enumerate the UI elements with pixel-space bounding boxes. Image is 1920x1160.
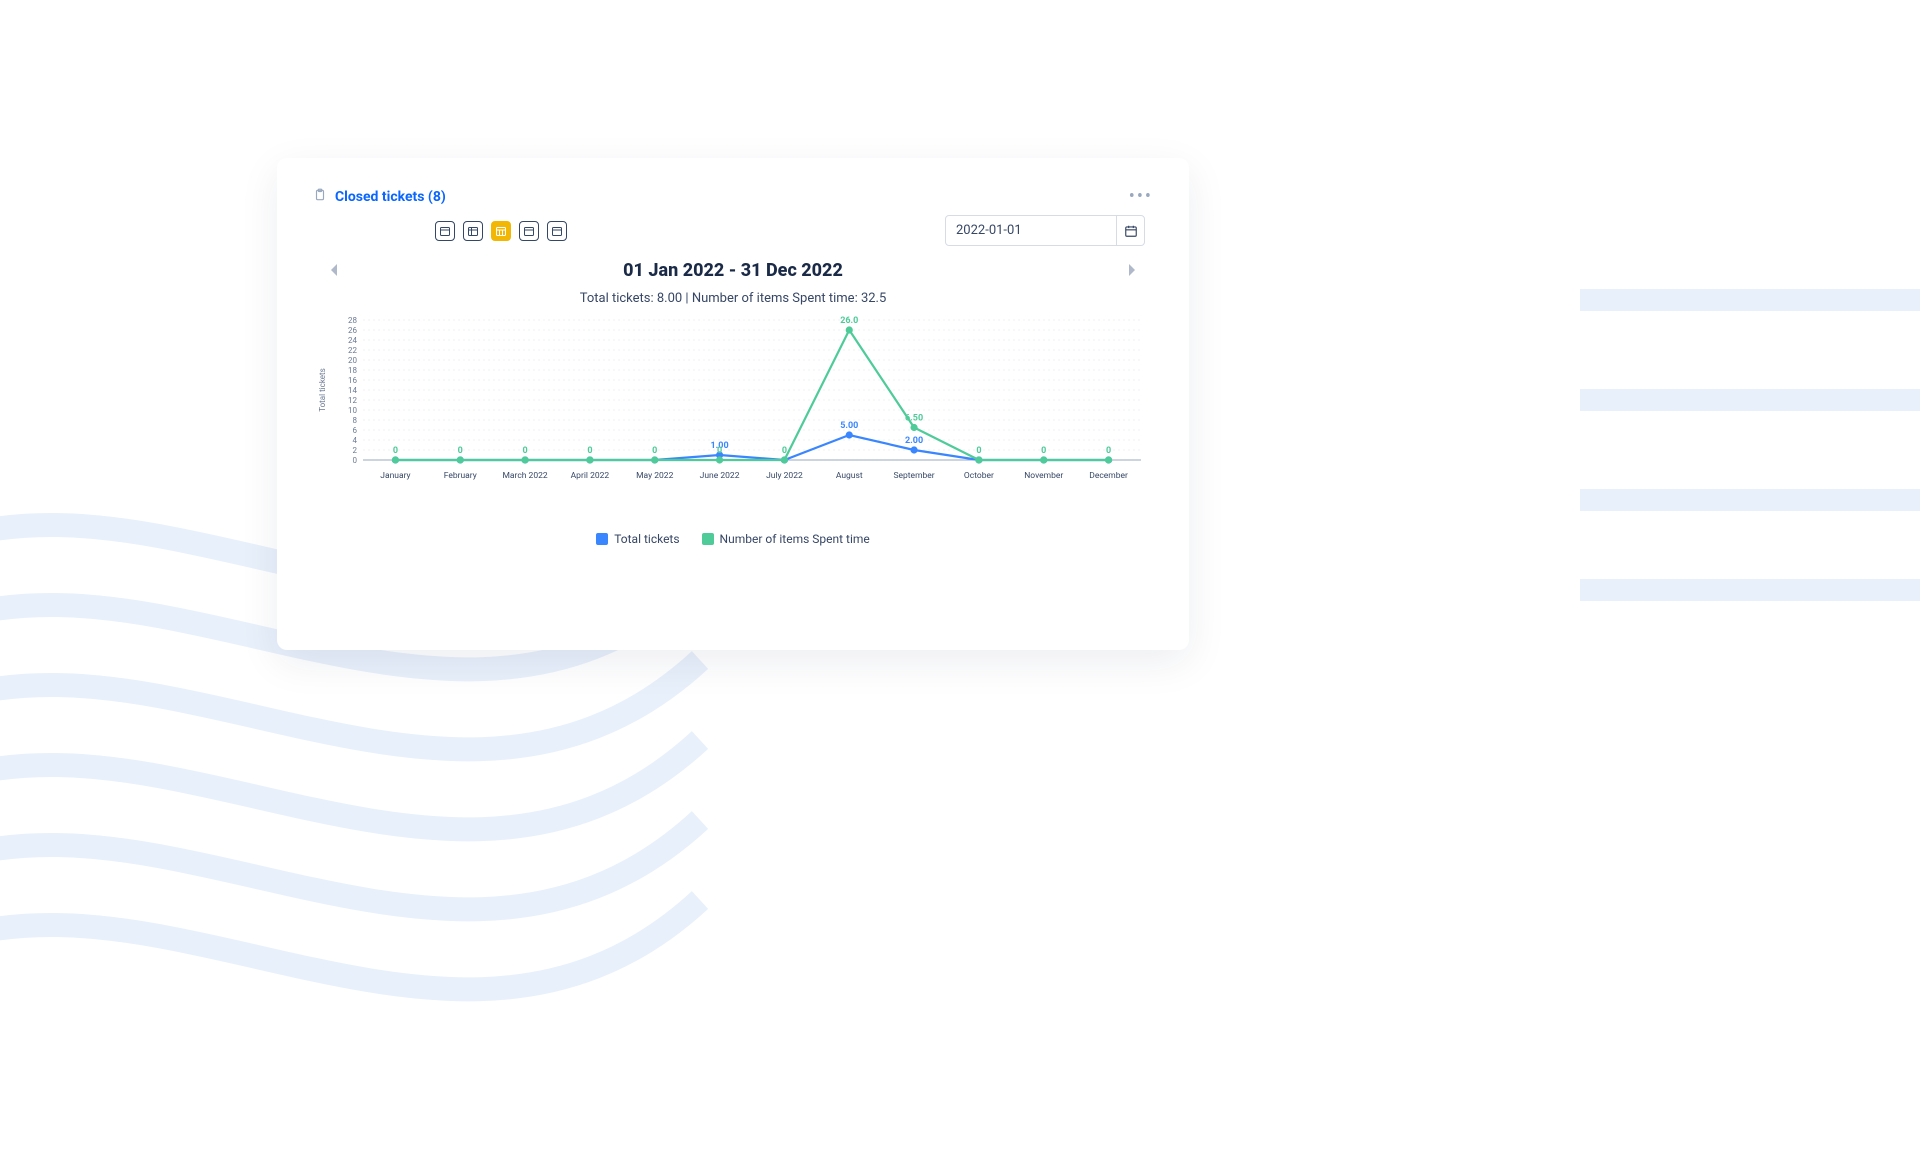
legend-swatch-1 <box>596 533 608 545</box>
svg-text:November: November <box>1024 471 1063 481</box>
svg-text:2: 2 <box>353 446 358 455</box>
more-menu-button[interactable]: ••• <box>1129 186 1153 207</box>
legend-label-2: Number of items Spent time <box>720 532 870 546</box>
line-chart: 0246810121416182022242628Total ticketsJa… <box>313 314 1153 484</box>
svg-text:16: 16 <box>348 376 357 385</box>
svg-text:14: 14 <box>348 386 357 395</box>
svg-text:28: 28 <box>348 316 357 325</box>
legend-total-tickets[interactable]: Total tickets <box>596 532 679 546</box>
svg-text:10: 10 <box>348 406 357 415</box>
view-day-button[interactable] <box>435 221 455 241</box>
svg-text:4: 4 <box>353 436 358 445</box>
date-range-title: 01 Jan 2022 - 31 Dec 2022 <box>623 260 843 281</box>
svg-text:0: 0 <box>652 446 657 456</box>
svg-text:May 2022: May 2022 <box>636 471 673 481</box>
svg-text:December: December <box>1089 471 1128 481</box>
view-quarter-button[interactable] <box>519 221 539 241</box>
legend-spent-time[interactable]: Number of items Spent time <box>702 532 870 546</box>
legend-swatch-2 <box>702 533 714 545</box>
svg-text:12: 12 <box>348 396 357 405</box>
svg-text:0: 0 <box>587 446 592 456</box>
svg-text:6.50: 6.50 <box>905 414 923 424</box>
svg-text:March 2022: March 2022 <box>502 471 547 481</box>
svg-text:October: October <box>964 471 994 481</box>
svg-text:8: 8 <box>353 416 358 425</box>
svg-text:0: 0 <box>458 446 463 456</box>
svg-text:June 2022: June 2022 <box>700 471 740 481</box>
svg-text:0: 0 <box>782 446 787 456</box>
svg-text:April 2022: April 2022 <box>571 471 610 481</box>
svg-text:0: 0 <box>976 446 981 456</box>
prev-period-button[interactable] <box>313 261 355 280</box>
chart-legend: Total tickets Number of items Spent time <box>313 532 1153 546</box>
svg-text:0: 0 <box>393 446 398 456</box>
report-title-text: Closed tickets (8) <box>335 189 446 205</box>
view-year-button[interactable] <box>547 221 567 241</box>
svg-text:0: 0 <box>1106 446 1111 456</box>
svg-text:20: 20 <box>348 356 357 365</box>
clipboard-icon <box>313 188 327 206</box>
report-card: Closed tickets (8) ••• 01 Jan 2022 - 31 … <box>277 158 1189 650</box>
next-period-button[interactable] <box>1111 261 1153 280</box>
svg-text:22: 22 <box>348 346 357 355</box>
svg-text:2.00: 2.00 <box>905 436 923 446</box>
svg-text:0: 0 <box>522 446 527 456</box>
svg-text:Total tickets: Total tickets <box>318 368 327 412</box>
svg-text:January: January <box>380 471 410 481</box>
svg-text:August: August <box>836 471 863 481</box>
svg-text:26.0: 26.0 <box>840 316 858 326</box>
date-input[interactable] <box>945 215 1117 246</box>
svg-text:24: 24 <box>348 336 357 345</box>
legend-label-1: Total tickets <box>614 532 679 546</box>
svg-text:July 2022: July 2022 <box>766 471 803 481</box>
svg-text:5.00: 5.00 <box>840 421 858 431</box>
view-month-button[interactable] <box>491 221 511 241</box>
svg-text:0: 0 <box>353 456 358 465</box>
svg-text:18: 18 <box>348 366 357 375</box>
summary-text: Total tickets: 8.00 | Number of items Sp… <box>313 291 1153 306</box>
svg-text:0: 0 <box>1041 446 1046 456</box>
report-title[interactable]: Closed tickets (8) <box>313 188 446 206</box>
svg-text:26: 26 <box>348 326 357 335</box>
view-week-button[interactable] <box>463 221 483 241</box>
svg-text:6: 6 <box>353 426 358 435</box>
svg-text:September: September <box>893 471 934 481</box>
date-picker-button[interactable] <box>1117 215 1145 246</box>
svg-text:February: February <box>444 471 477 481</box>
svg-text:0: 0 <box>717 446 722 456</box>
period-view-group <box>435 221 567 241</box>
